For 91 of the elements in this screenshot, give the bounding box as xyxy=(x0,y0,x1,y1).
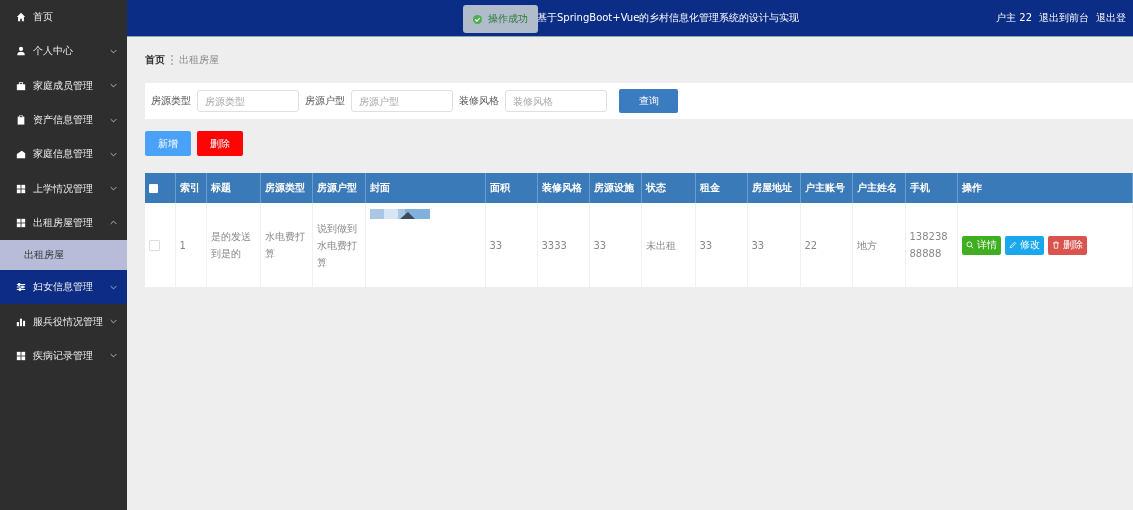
table-cell: 33 xyxy=(747,203,800,287)
sidebar-label: 服兵役情况管理 xyxy=(33,314,104,329)
chevron-icon xyxy=(110,151,117,157)
table-cell: 未出租 xyxy=(641,203,695,287)
column-header: 手机 xyxy=(905,173,957,203)
chevron-icon xyxy=(110,117,117,123)
search-field[interactable]: 房源类型 xyxy=(197,90,299,112)
table-cell: 是的发送到是的 xyxy=(206,203,260,287)
sliders-icon xyxy=(16,282,26,293)
column-header: 面积 xyxy=(485,173,537,203)
table-cell: 1 xyxy=(175,203,206,287)
sidebar-subitem[interactable]: 出租房屋 xyxy=(0,240,127,271)
query-button[interactable]: 查询 xyxy=(619,89,678,113)
sidebar-label: 家庭信息管理 xyxy=(33,147,94,162)
delete-button[interactable]: 删除 xyxy=(197,131,243,156)
search-field[interactable]: 装修风格 xyxy=(505,90,607,112)
sidebar-item[interactable]: 疾病记录管理 xyxy=(0,338,127,373)
sidebar-item[interactable]: 服兵役情况管理 xyxy=(0,304,127,339)
table-cell: 地方 xyxy=(852,203,905,287)
table-cell: 22 xyxy=(800,203,852,287)
sidebar-item[interactable]: 资产信息管理 xyxy=(0,102,127,138)
sidebar-item[interactable]: 家庭信息管理 xyxy=(0,137,127,172)
column-header: 索引 xyxy=(175,173,206,203)
sidebar-item[interactable]: 上学情况管理 xyxy=(0,171,127,206)
table-cell: 33 xyxy=(695,203,747,287)
column-header: 房屋地址 xyxy=(747,173,800,203)
check-circle-icon xyxy=(473,14,482,24)
column-header: 房源类型 xyxy=(260,173,312,203)
sidebar-label: 妇女信息管理 xyxy=(33,280,94,295)
breadcrumb-separator xyxy=(171,55,173,65)
column-header: 户主姓名 xyxy=(852,173,905,203)
app-title: 基于SpringBoot+Vue的乡村信息化管理系统的设计与实现 xyxy=(537,11,800,25)
select-all-checkbox[interactable] xyxy=(149,184,158,193)
search-icon xyxy=(965,241,974,249)
pencil-icon xyxy=(1008,241,1017,249)
sidebar-label: 上学情况管理 xyxy=(33,181,94,196)
sidebar-item[interactable]: 出租房屋管理 xyxy=(0,205,127,241)
chevron-icon xyxy=(110,83,117,89)
chevron-icon xyxy=(110,319,117,324)
breadcrumb-link[interactable]: 首页 xyxy=(145,53,165,67)
clipboard-icon xyxy=(16,115,26,126)
chevron-icon xyxy=(110,220,117,226)
sidebar-label: 首页 xyxy=(33,10,54,25)
row-checkbox[interactable] xyxy=(149,240,160,251)
chevron-icon xyxy=(110,353,117,359)
table-cell: 3333 xyxy=(537,203,589,287)
chevron-icon xyxy=(110,186,117,192)
column-header: 租金 xyxy=(695,173,747,203)
delete-row-button[interactable]: 删除 xyxy=(1047,235,1087,255)
column-header: 房源户型 xyxy=(312,173,365,203)
user-icon xyxy=(16,46,26,57)
column-header: 装修风格 xyxy=(537,173,589,203)
sidebar-item[interactable]: 首页 xyxy=(0,0,127,35)
search-field[interactable]: 房源户型 xyxy=(351,90,453,112)
user-name: 户主 22 xyxy=(996,11,1032,25)
sidebar-item[interactable]: 家庭成员管理 xyxy=(0,68,127,103)
field-label: 房源类型 xyxy=(151,94,191,108)
table-cell: 33 xyxy=(589,203,641,287)
sidebar-label: 疾病记录管理 xyxy=(33,348,94,363)
sidebar-label: 出租房屋管理 xyxy=(33,215,94,230)
table-cell: 水电费打算 xyxy=(260,203,312,287)
column-header: 操作 xyxy=(957,173,1133,203)
column-header: 状态 xyxy=(641,173,695,203)
chevron-icon xyxy=(110,48,117,54)
toast-text: 操作成功 xyxy=(488,12,528,26)
column-header: 户主账号 xyxy=(800,173,852,203)
trash-icon xyxy=(1051,241,1060,249)
column-header: 封面 xyxy=(365,173,485,203)
home-icon xyxy=(16,12,26,23)
sidebar-item[interactable]: 个人中心 xyxy=(0,34,127,69)
field-label: 房源户型 xyxy=(305,94,345,108)
house-icon xyxy=(16,149,26,160)
sidebar-item[interactable]: 妇女信息管理 xyxy=(0,270,127,305)
bar-chart-icon xyxy=(16,316,26,327)
header-link[interactable]: 退出到前台 xyxy=(1039,11,1089,25)
table-cell: 说到做到水电费打算 xyxy=(312,203,365,287)
sidebar-label: 家庭成员管理 xyxy=(33,78,94,93)
header-link[interactable]: 退出登 xyxy=(1096,11,1126,25)
table-cell: 33 xyxy=(485,203,537,287)
breadcrumb-current: 出租房屋 xyxy=(179,53,219,67)
sidebar-label: 资产信息管理 xyxy=(33,113,94,128)
chevron-icon xyxy=(110,284,117,290)
sidebar-label: 个人中心 xyxy=(33,44,74,59)
grid-icon xyxy=(16,350,26,361)
briefcase-icon xyxy=(16,80,26,91)
column-header: 标题 xyxy=(206,173,260,203)
table-cell: 13823888888 xyxy=(905,203,957,287)
grid-icon xyxy=(16,183,26,194)
grid-icon xyxy=(16,217,26,228)
column-header: 房源设施 xyxy=(589,173,641,203)
field-label: 装修风格 xyxy=(459,94,499,108)
